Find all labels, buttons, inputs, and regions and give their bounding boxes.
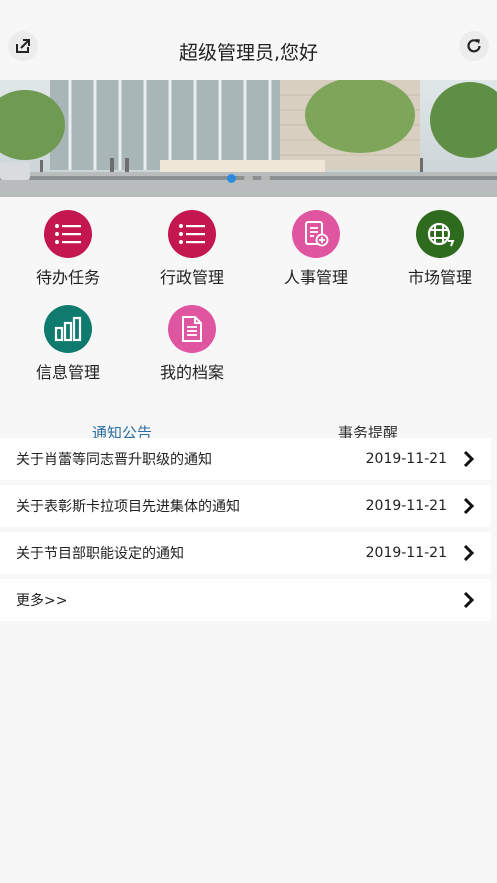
list-icon [55,224,81,244]
app-header: 超级管理员,您好 [0,0,497,80]
menu-label: 市场管理 [407,268,472,287]
menu-icon-bg [292,210,340,258]
menu-icon-bg [44,305,92,353]
more-link[interactable]: 更多>> [0,579,491,621]
menu-item-todo[interactable]: 待办任务 [13,210,123,288]
menu-label: 待办任务 [35,268,100,287]
carousel-dot[interactable] [261,174,270,183]
menu-label: 我的档案 [159,363,224,382]
menu-label: 行政管理 [159,268,224,287]
function-grid: 待办任务 行政管理 人事管理 市场管理 信息管理 我的档案 [0,197,497,392]
list-icon [179,224,205,244]
refresh-icon [467,39,481,53]
list-item[interactable]: 关于节目部职能设定的通知 2019-11-21 [0,532,491,574]
tab-notices[interactable]: 通知公告 [92,422,152,438]
notice-title: 关于节目部职能设定的通知 [16,546,184,562]
menu-label: 人事管理 [283,268,348,287]
notice-date: 2019-11-21 [365,545,447,561]
menu-label: 信息管理 [35,363,100,382]
chevron-right-icon [457,541,481,565]
menu-icon-bg [168,305,216,353]
chevron-right-icon [457,447,481,471]
banner-carousel[interactable] [0,80,497,197]
menu-item-market[interactable]: 市场管理 [385,210,495,288]
globe-icon [427,222,455,247]
list-item[interactable]: 关于肖蕾等同志晋升职级的通知 2019-11-21 [0,438,491,480]
chevron-right-icon [457,588,481,612]
menu-item-hr[interactable]: 人事管理 [261,210,371,288]
notice-title: 关于肖蕾等同志晋升职级的通知 [16,452,212,468]
page-title: 超级管理员,您好 [178,42,319,64]
chevron-right-icon [457,494,481,518]
notice-list: 关于肖蕾等同志晋升职级的通知 2019-11-21 关于表彰斯卡拉项目先进集体的… [0,438,491,626]
notice-title: 关于表彰斯卡拉项目先进集体的通知 [16,499,240,515]
carousel-dot[interactable] [244,174,253,183]
menu-item-archive[interactable]: 我的档案 [137,305,247,383]
carousel-dot[interactable] [227,174,236,183]
menu-item-info[interactable]: 信息管理 [13,305,123,383]
document-add-icon [305,221,329,247]
menu-icon-bg [44,210,92,258]
notice-date: 2019-11-21 [365,451,447,467]
menu-icon-bg [416,210,464,258]
document-icon [182,316,202,342]
carousel-indicator [0,174,497,183]
notice-tabs: 通知公告 事务提醒 [0,420,497,438]
list-item[interactable]: 关于表彰斯卡拉项目先进集体的通知 2019-11-21 [0,485,491,527]
tab-reminders[interactable]: 事务提醒 [338,422,398,438]
refresh-button[interactable] [459,31,489,61]
more-label: 更多>> [16,593,68,609]
notice-date: 2019-11-21 [365,498,447,514]
bar-chart-icon [54,316,82,342]
menu-icon-bg [168,210,216,258]
menu-item-admin[interactable]: 行政管理 [137,210,247,288]
